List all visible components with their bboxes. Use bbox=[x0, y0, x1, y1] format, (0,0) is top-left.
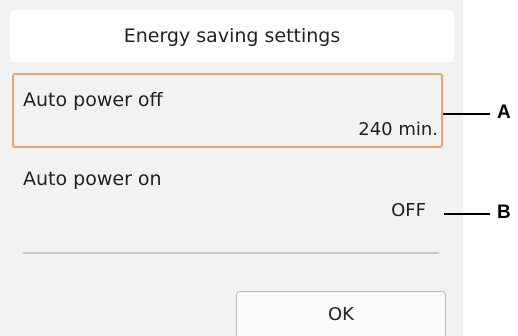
screen-title: Energy saving settings bbox=[10, 10, 454, 62]
callout-label-b: B bbox=[497, 202, 511, 223]
auto-power-off-item[interactable]: Auto power off 240 min. bbox=[12, 73, 443, 148]
device-screen: Energy saving settings Auto power off 24… bbox=[0, 0, 463, 336]
auto-power-off-label: Auto power off bbox=[23, 89, 163, 111]
callout-line-a bbox=[443, 113, 490, 115]
list-divider bbox=[23, 252, 439, 254]
auto-power-off-value: 240 min. bbox=[358, 119, 438, 140]
callout-label-a: A bbox=[497, 102, 511, 123]
auto-power-on-value: OFF bbox=[391, 200, 426, 221]
ok-button[interactable]: OK bbox=[236, 291, 446, 336]
auto-power-on-label: Auto power on bbox=[23, 168, 162, 190]
callout-line-b bbox=[444, 213, 490, 215]
auto-power-on-item[interactable]: Auto power on OFF bbox=[12, 157, 443, 257]
